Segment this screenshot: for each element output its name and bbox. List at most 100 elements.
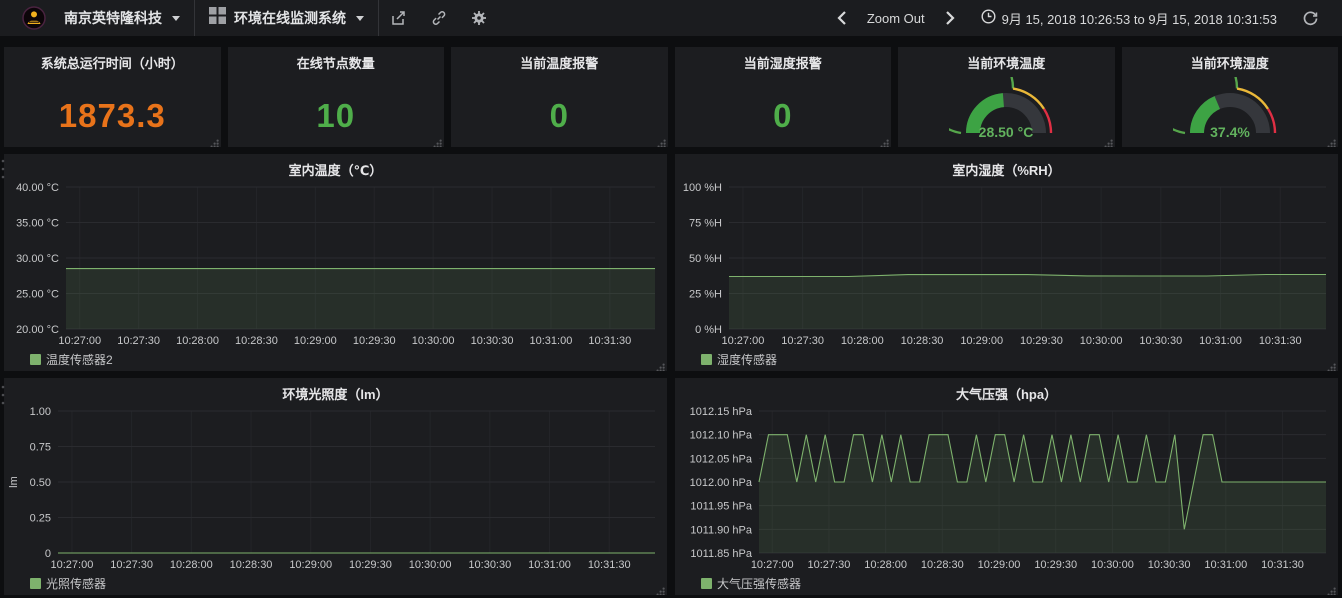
resize-handle[interactable] [655, 583, 665, 593]
share-button[interactable] [379, 0, 419, 36]
gauge: 37.4% [1173, 77, 1287, 141]
resize-handle[interactable] [432, 135, 442, 145]
resize-handle[interactable] [1326, 135, 1336, 145]
svg-text:1012.05 hPa: 1012.05 hPa [690, 453, 753, 465]
resize-handle[interactable] [656, 135, 666, 145]
svg-text:1011.95 hPa: 1011.95 hPa [690, 501, 752, 513]
charts-row-1: 室内温度（℃）40.00 °C35.00 °C30.00 °C25.00 °C2… [4, 154, 1338, 371]
legend-item[interactable]: 光照传感器 [30, 575, 106, 592]
svg-text:10:27:30: 10:27:30 [781, 335, 824, 347]
legend-label: 湿度传感器 [717, 351, 777, 368]
chart-area: 1012.15 hPa1012.10 hPa1012.05 hPa1012.00… [677, 402, 1334, 573]
svg-text:10:30:00: 10:30:00 [1080, 335, 1123, 347]
org-label: 南京英特隆科技 [64, 8, 162, 28]
dashboard-grid: 系统总运行时间（小时）1873.3在线节点数量10当前温度报警0当前湿度报警0当… [0, 36, 1342, 595]
chart-plot[interactable]: 100 %H75 %H50 %H25 %H0 %H10:27:0010:27:3… [677, 178, 1334, 349]
svg-text:10:31:00: 10:31:00 [530, 335, 573, 347]
dashboard-grid-icon [209, 7, 226, 29]
settings-button[interactable] [459, 0, 499, 36]
time-back-button[interactable] [825, 11, 859, 25]
panel-title[interactable]: 当前环境湿度 [1122, 47, 1339, 71]
link-button[interactable] [419, 0, 459, 36]
chart-area: 40.00 °C35.00 °C30.00 °C25.00 °C20.00 °C… [6, 178, 663, 349]
svg-text:10:30:00: 10:30:00 [1091, 559, 1134, 571]
svg-text:10:30:00: 10:30:00 [409, 559, 452, 571]
link-icon [431, 10, 447, 26]
svg-text:10:28:30: 10:28:30 [901, 335, 944, 347]
share-icon [391, 10, 407, 26]
time-range-picker[interactable]: 9月 15, 2018 10:26:53 to 9月 15, 2018 10:3… [971, 9, 1287, 28]
svg-text:10:28:00: 10:28:00 [176, 335, 219, 347]
panel-title[interactable]: 系统总运行时间（小时） [4, 47, 221, 71]
grafana-logo-icon[interactable] [22, 6, 56, 30]
refresh-button[interactable] [1291, 11, 1330, 26]
svg-text:10:31:00: 10:31:00 [528, 559, 571, 571]
chart-plot[interactable]: 40.00 °C35.00 °C30.00 °C25.00 °C20.00 °C… [6, 178, 663, 349]
svg-text:0.50: 0.50 [30, 477, 51, 489]
svg-text:1.00: 1.00 [30, 406, 51, 418]
svg-text:10:30:00: 10:30:00 [412, 335, 455, 347]
chart-plot[interactable]: 1.000.750.500.25010:27:0010:27:3010:28:0… [6, 402, 663, 573]
svg-text:0.25: 0.25 [30, 513, 51, 525]
panel-drag-handle[interactable] [0, 382, 6, 416]
svg-text:50 %H: 50 %H [689, 253, 722, 265]
panel-title[interactable]: 当前湿度报警 [675, 47, 892, 71]
legend: 光照传感器 [30, 575, 106, 592]
chart-plot[interactable]: 1012.15 hPa1012.10 hPa1012.05 hPa1012.00… [677, 402, 1334, 573]
resize-handle[interactable] [655, 359, 665, 369]
graph-panel-0: 室内温度（℃）40.00 °C35.00 °C30.00 °C25.00 °C2… [4, 154, 667, 371]
svg-text:10:31:30: 10:31:30 [588, 559, 631, 571]
charts-row-2: 环境光照度（lm）1.000.750.500.25010:27:0010:27:… [4, 378, 1338, 595]
svg-text:1012.00 hPa: 1012.00 hPa [690, 477, 753, 489]
navbar: 南京英特隆科技 环境在线监测系统 [0, 0, 1342, 36]
legend-item[interactable]: 湿度传感器 [701, 351, 777, 368]
svg-text:10:29:30: 10:29:30 [1034, 559, 1077, 571]
dashboard-picker[interactable]: 环境在线监测系统 [195, 0, 379, 36]
stat-panel-0: 系统总运行时间（小时）1873.3 [4, 47, 221, 147]
panel-title[interactable]: 环境光照度（lm） [4, 378, 667, 402]
stats-row: 系统总运行时间（小时）1873.3在线节点数量10当前温度报警0当前湿度报警0当… [4, 47, 1338, 147]
svg-text:10:28:00: 10:28:00 [864, 559, 907, 571]
stat-panel-1: 在线节点数量 10 [228, 47, 445, 147]
panel-title[interactable]: 室内湿度（%RH） [675, 154, 1338, 178]
svg-text:10:27:00: 10:27:00 [51, 559, 94, 571]
svg-text:0 %H: 0 %H [695, 324, 722, 336]
svg-text:20.00 °C: 20.00 °C [16, 324, 59, 336]
svg-text:10:30:30: 10:30:30 [471, 335, 514, 347]
panel-title[interactable]: 当前环境温度 [898, 47, 1115, 71]
legend-color-dash [30, 354, 41, 365]
svg-text:1012.10 hPa: 1012.10 hPa [690, 430, 753, 442]
panel-title[interactable]: 大气压强（hpa） [675, 378, 1338, 402]
legend: 温度传感器2 [30, 351, 113, 368]
resize-handle[interactable] [1326, 359, 1336, 369]
resize-handle[interactable] [879, 135, 889, 145]
svg-text:25 %H: 25 %H [689, 289, 722, 301]
resize-handle[interactable] [1103, 135, 1113, 145]
legend-item[interactable]: 温度传感器2 [30, 351, 113, 368]
refresh-icon [1303, 11, 1318, 26]
svg-text:35.00 °C: 35.00 °C [16, 218, 59, 230]
svg-text:10:29:30: 10:29:30 [349, 559, 392, 571]
legend-item[interactable]: 大气压强传感器 [701, 575, 801, 592]
svg-text:10:28:00: 10:28:00 [841, 335, 884, 347]
time-forward-button[interactable] [933, 11, 967, 25]
svg-text:10:28:30: 10:28:30 [921, 559, 964, 571]
svg-text:75 %H: 75 %H [689, 218, 722, 230]
legend-label: 大气压强传感器 [717, 575, 801, 592]
panel-title[interactable]: 室内温度（℃） [4, 154, 667, 178]
panel-drag-handle[interactable] [0, 156, 6, 190]
resize-handle[interactable] [1326, 583, 1336, 593]
stat-value: 10 [228, 97, 445, 135]
svg-text:10:31:00: 10:31:00 [1199, 335, 1242, 347]
legend-color-dash [701, 578, 712, 589]
svg-text:25.00 °C: 25.00 °C [16, 289, 59, 301]
panel-title[interactable]: 在线节点数量 [228, 47, 445, 71]
resize-handle[interactable] [209, 135, 219, 145]
svg-text:10:31:30: 10:31:30 [588, 335, 631, 347]
graph-panel-1: 室内湿度（%RH）100 %H75 %H50 %H25 %H0 %H10:27:… [675, 154, 1338, 371]
org-menu[interactable]: 南京英特隆科技 [8, 0, 195, 36]
chevron-right-icon [945, 11, 955, 25]
zoom-out-button[interactable]: Zoom Out [863, 11, 929, 26]
svg-text:10:27:30: 10:27:30 [117, 335, 160, 347]
panel-title[interactable]: 当前温度报警 [451, 47, 668, 71]
